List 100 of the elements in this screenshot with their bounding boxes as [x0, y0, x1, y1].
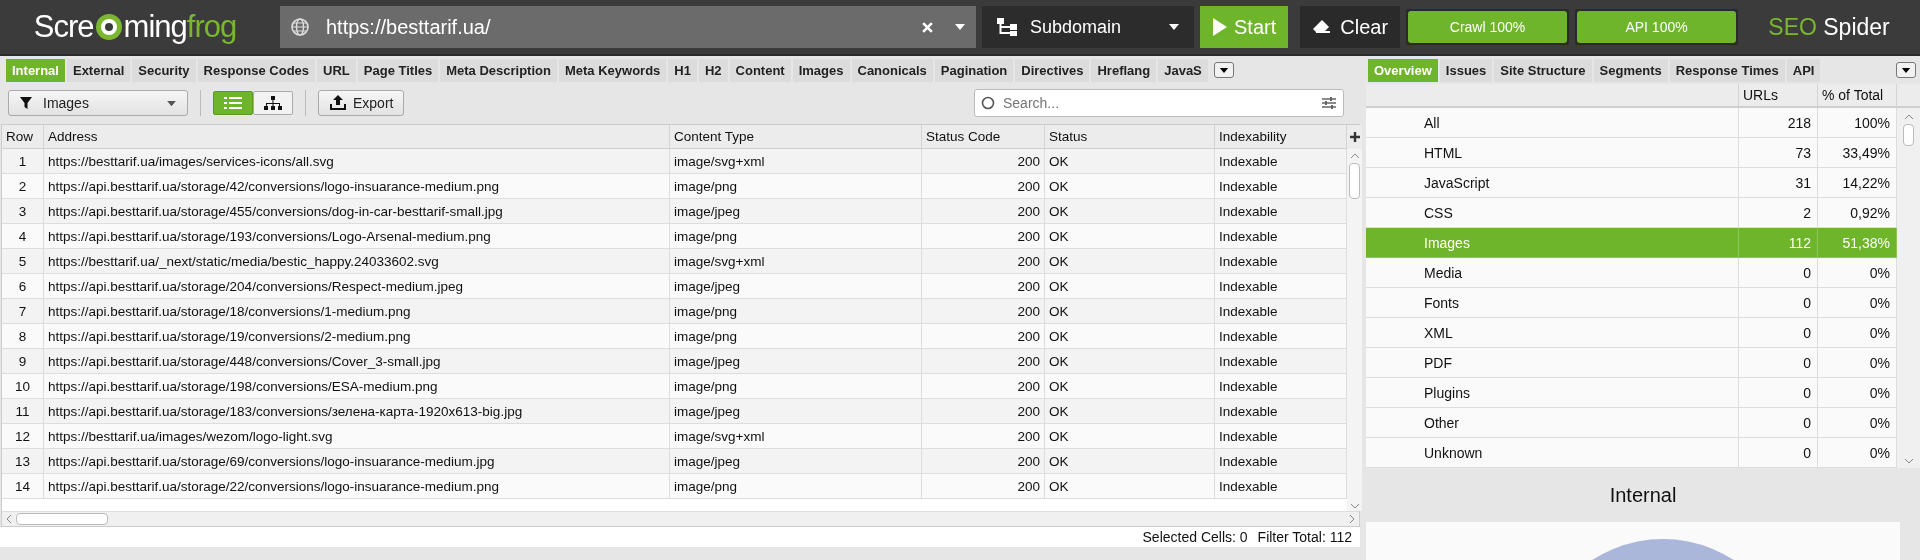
row-number: 9	[2, 349, 44, 374]
url-input[interactable]: https://besttarif.ua/	[322, 15, 901, 39]
clear-button[interactable]: Clear	[1300, 6, 1401, 48]
table-cell: 200	[922, 224, 1045, 249]
view-toggle[interactable]	[253, 91, 293, 115]
overview-row-label[interactable]: All	[1366, 108, 1739, 138]
tab[interactable]: Response Times	[1669, 59, 1785, 82]
overview-row-label[interactable]: Media	[1366, 258, 1739, 288]
tab-overflow-button[interactable]	[1896, 62, 1916, 78]
tab[interactable]: Meta Description	[440, 59, 557, 82]
table-cell: 218	[1739, 108, 1818, 138]
tab[interactable]: Meta Keywords	[558, 59, 667, 82]
frog-logo-icon	[93, 12, 124, 42]
row-number: 5	[2, 249, 44, 274]
table-cell: OK	[1045, 149, 1215, 174]
table-cell: OK	[1045, 399, 1215, 424]
progress-label: Crawl 100%	[1449, 18, 1526, 37]
tab[interactable]: Pagination	[934, 59, 1014, 82]
overview-row-label[interactable]: JavaScript	[1366, 168, 1739, 198]
hierarchy-icon	[996, 17, 1018, 37]
scroll-down-icon[interactable]	[1903, 458, 1914, 464]
overview-row-label[interactable]: XML	[1366, 318, 1739, 348]
add-column-button[interactable]	[1347, 125, 1362, 149]
tab[interactable]: Site Structure	[1494, 59, 1592, 82]
overview-row-label[interactable]: Other	[1366, 408, 1739, 438]
tab[interactable]: Security	[132, 59, 196, 82]
mode-dropdown[interactable]: Subdomain	[982, 6, 1194, 48]
chart-title: Internal	[1608, 482, 1678, 508]
column-header[interactable]: Content Type	[670, 125, 922, 149]
column-header[interactable]: % of Total	[1818, 84, 1897, 108]
column-header[interactable]: Status	[1045, 125, 1215, 149]
export-button[interactable]: Export	[318, 90, 405, 116]
sliders-icon[interactable]	[1321, 96, 1337, 110]
table-cell: 200	[922, 374, 1045, 399]
tab[interactable]: Segments	[1593, 59, 1668, 82]
tab[interactable]: H2	[698, 59, 728, 82]
row-number: 2	[2, 174, 44, 199]
table-cell: 51,38%	[1818, 228, 1897, 258]
table-cell: 33,49%	[1818, 138, 1897, 168]
table-cell: Indexable	[1215, 149, 1347, 174]
scrollbar-thumb[interactable]	[1903, 124, 1914, 146]
scroll-up-icon[interactable]	[1903, 114, 1914, 120]
table-cell: OK	[1045, 274, 1215, 299]
tab[interactable]: Response Codes	[197, 59, 316, 82]
overview-row-label[interactable]: Plugins	[1366, 378, 1739, 408]
url-bar[interactable]: https://besttarif.ua/	[280, 6, 976, 48]
tab[interactable]: External	[66, 59, 131, 82]
scroll-right-icon[interactable]	[1349, 514, 1355, 524]
scroll-left-icon[interactable]	[6, 514, 12, 524]
overview-row-label[interactable]: Unknown	[1366, 438, 1739, 468]
tab[interactable]: Page Titles	[357, 59, 439, 82]
view-toggle[interactable]	[213, 91, 253, 115]
table-cell: https://api.besttarif.ua/storage/455/conversions/dog-in-car-besttarif-small.jpg	[44, 199, 670, 224]
table-cell: image/jpeg	[670, 349, 922, 374]
overview-row-label[interactable]: HTML	[1366, 138, 1739, 168]
tab[interactable]: Issues	[1439, 59, 1493, 82]
tab-overflow-button[interactable]	[1213, 62, 1234, 78]
table-cell: https://besttarif.ua/images/wezom/logo-light.svg	[44, 424, 670, 449]
scroll-up-icon[interactable]	[1349, 153, 1360, 159]
scrollbar-thumb[interactable]	[1349, 163, 1360, 199]
close-icon	[921, 21, 934, 34]
table-cell: OK	[1045, 299, 1215, 324]
column-header[interactable]: Row	[2, 125, 44, 149]
overview-row-label[interactable]: PDF	[1366, 348, 1739, 378]
overview-row-label[interactable]: Fonts	[1366, 288, 1739, 318]
table-cell: 0%	[1818, 318, 1897, 348]
table-cell: image/png	[670, 324, 922, 349]
tab[interactable]: JavaS	[1158, 59, 1208, 82]
table-cell: 31	[1739, 168, 1818, 198]
table-cell: OK	[1045, 224, 1215, 249]
filter-dropdown[interactable]: Images	[8, 90, 188, 116]
table-cell: 0	[1739, 258, 1818, 288]
table-cell: Indexable	[1215, 424, 1347, 449]
tab[interactable]: Hreflang	[1091, 59, 1157, 82]
table-cell: Indexable	[1215, 174, 1347, 199]
column-header[interactable]: Status Code	[922, 125, 1045, 149]
tab[interactable]: API	[1786, 59, 1821, 82]
search-input[interactable]: Search...	[1001, 94, 1315, 112]
tab[interactable]: Directives	[1015, 59, 1090, 82]
caret-icon	[1168, 23, 1180, 31]
tab[interactable]: Canonicals	[851, 59, 933, 82]
table-cell: image/jpeg	[670, 274, 922, 299]
overview-row-label[interactable]: CSS	[1366, 198, 1739, 228]
column-header[interactable]: URLs	[1739, 84, 1818, 108]
search-box[interactable]: Search...	[974, 89, 1344, 117]
tab[interactable]: Content	[729, 59, 791, 82]
scrollbar-thumb[interactable]	[16, 513, 108, 525]
scroll-down-icon[interactable]	[1349, 503, 1360, 509]
tab[interactable]: H1	[668, 59, 697, 82]
table-cell: 0%	[1818, 258, 1897, 288]
caret-icon[interactable]	[954, 23, 966, 31]
table-cell: 200	[922, 424, 1045, 449]
table-cell: image/png	[670, 174, 922, 199]
column-header[interactable]: Indexability	[1215, 125, 1347, 149]
tab[interactable]: Images	[792, 59, 850, 82]
column-header[interactable]: Address	[44, 125, 670, 149]
table-cell: https://api.besttarif.ua/storage/183/conversions/зелена-карта-1920x613-big.jpg	[44, 399, 670, 424]
tab[interactable]: URL	[317, 59, 356, 82]
table-cell: OK	[1045, 449, 1215, 474]
table-cell: https://api.besttarif.ua/storage/193/conversions/Logo-Arsenal-medium.png	[44, 224, 670, 249]
